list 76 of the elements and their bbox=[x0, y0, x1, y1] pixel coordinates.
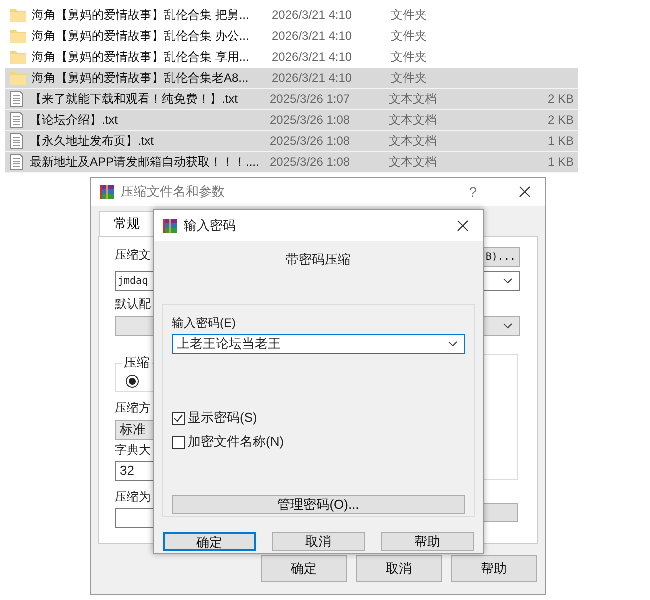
file-name: 海角【舅妈的爱情故事】乱伦合集老A8... bbox=[32, 70, 250, 86]
folder-icon bbox=[10, 8, 26, 22]
file-type: 文本文档 bbox=[389, 132, 438, 150]
file-size: 2 KB bbox=[548, 113, 575, 127]
chevron-down-icon bbox=[503, 278, 513, 284]
file-type: 文本文档 bbox=[389, 112, 438, 128]
file-name: 海角【舅妈的爱情故事】乱伦合集 办公... bbox=[32, 28, 250, 44]
file-date: 2025/3/26 1:08 bbox=[270, 113, 352, 127]
file-date: 2025/3/26 1:08 bbox=[270, 155, 352, 169]
manage-passwords-button[interactable]: 管理密码(O)... bbox=[172, 495, 465, 514]
dialog-button[interactable]: 帮助 bbox=[381, 532, 474, 551]
field-label: 默认配 bbox=[115, 296, 151, 312]
dialog-button[interactable]: 取消 bbox=[356, 555, 442, 582]
file-row[interactable]: 【论坛介绍】.txt 2025/3/26 1:08 文本文档 2 KB bbox=[5, 110, 578, 131]
checkbox[interactable] bbox=[172, 436, 185, 448]
file-date: 2026/3/21 4:10 bbox=[272, 50, 354, 64]
file-size: 1 KB bbox=[548, 155, 575, 169]
field-label: 压缩为 bbox=[115, 489, 151, 505]
dialog-button[interactable]: 帮助 bbox=[451, 555, 537, 582]
window-title: 输入密码 bbox=[184, 216, 236, 234]
file-row[interactable]: 海角【舅妈的爱情故事】乱伦合集 享用... 2026/3/21 4:10 文件夹 bbox=[5, 47, 578, 68]
stacked-books-icon bbox=[99, 184, 115, 200]
radio-button[interactable] bbox=[126, 375, 139, 388]
checkbox-label: 显示密码(S) bbox=[188, 409, 258, 427]
password-field[interactable]: 上老王论坛当老王 bbox=[172, 334, 465, 354]
file-date: 2026/3/21 4:10 bbox=[272, 71, 354, 85]
file-name: 海角【舅妈的爱情故事】乱伦合集 把舅... bbox=[32, 6, 250, 24]
file-type: 文本文档 bbox=[389, 154, 438, 170]
field-label: 输入密码(E) bbox=[172, 315, 236, 331]
file-size: 2 KB bbox=[548, 92, 575, 106]
file-type: 文件夹 bbox=[391, 6, 428, 24]
file-row[interactable]: 最新地址及APP请发邮箱自动获取！！！.... 2025/3/26 1:08 文本文档 1 KB bbox=[5, 152, 578, 173]
close-icon[interactable] bbox=[519, 186, 531, 198]
chevron-down-icon bbox=[503, 323, 513, 329]
field-label: 字典大 bbox=[115, 442, 151, 458]
folder-icon bbox=[10, 50, 26, 64]
text-file-icon bbox=[10, 91, 24, 107]
text-file-icon bbox=[10, 133, 24, 149]
file-type: 文件夹 bbox=[391, 28, 428, 44]
checkbox-label: 加密文件名称(N) bbox=[188, 433, 284, 451]
folder-icon bbox=[10, 29, 26, 43]
field-label: 压缩方 bbox=[115, 400, 151, 416]
file-name: 最新地址及APP请发邮箱自动获取！！！.... bbox=[30, 154, 260, 170]
file-row[interactable]: 【永久地址发布页】.txt 2025/3/26 1:08 文本文档 1 KB bbox=[5, 131, 578, 152]
file-row[interactable]: 海角【舅妈的爱情故事】乱伦合集老A8... 2026/3/21 4:10 文件夹 bbox=[5, 68, 578, 89]
close-icon[interactable] bbox=[457, 220, 469, 232]
chevron-down-icon bbox=[448, 341, 458, 347]
file-row[interactable]: 海角【舅妈的爱情故事】乱伦合集 把舅... 2026/3/21 4:10 文件夹 bbox=[5, 5, 578, 26]
dialog-button[interactable]: 确定 bbox=[261, 555, 347, 582]
file-name: 【论坛介绍】.txt bbox=[30, 112, 120, 128]
help-button[interactable]: ? bbox=[469, 184, 477, 200]
file-name: 【永久地址发布页】.txt bbox=[30, 132, 156, 150]
tab[interactable]: 常规 bbox=[99, 211, 155, 236]
text-file-icon bbox=[10, 154, 24, 170]
file-date: 2025/3/26 1:07 bbox=[270, 92, 352, 106]
file-row[interactable]: 海角【舅妈的爱情故事】乱伦合集 办公... 2026/3/21 4:10 文件夹 bbox=[5, 26, 578, 47]
checkbox[interactable] bbox=[172, 412, 185, 424]
file-name: 海角【舅妈的爱情故事】乱伦合集 享用... bbox=[32, 48, 250, 66]
field-label: 压缩文 bbox=[115, 247, 151, 263]
window-title: 压缩文件名和参数 bbox=[121, 183, 225, 201]
file-date: 2026/3/21 4:10 bbox=[272, 8, 354, 22]
file-row[interactable]: 【来了就能下载和观看！纯免费！】.txt 2025/3/26 1:07 文本文档 2 KB bbox=[5, 89, 578, 110]
file-date: 2026/3/21 4:10 bbox=[272, 29, 354, 43]
folder-icon bbox=[10, 71, 26, 85]
file-date: 2025/3/26 1:08 bbox=[270, 134, 352, 148]
stacked-books-icon bbox=[162, 218, 178, 234]
group-label: 压缩 bbox=[123, 354, 151, 372]
file-name: 【来了就能下载和观看！纯免费！】.txt bbox=[30, 90, 240, 108]
file-type: 文件夹 bbox=[391, 70, 428, 86]
dialog-button[interactable]: 确定 bbox=[163, 532, 256, 551]
file-size: 1 KB bbox=[548, 134, 575, 148]
dialog-heading: 带密码压缩 bbox=[285, 251, 352, 269]
text-file-icon bbox=[10, 112, 24, 128]
file-type: 文件夹 bbox=[391, 48, 428, 66]
file-type: 文本文档 bbox=[389, 90, 438, 108]
dialog-button[interactable]: 取消 bbox=[272, 532, 365, 551]
